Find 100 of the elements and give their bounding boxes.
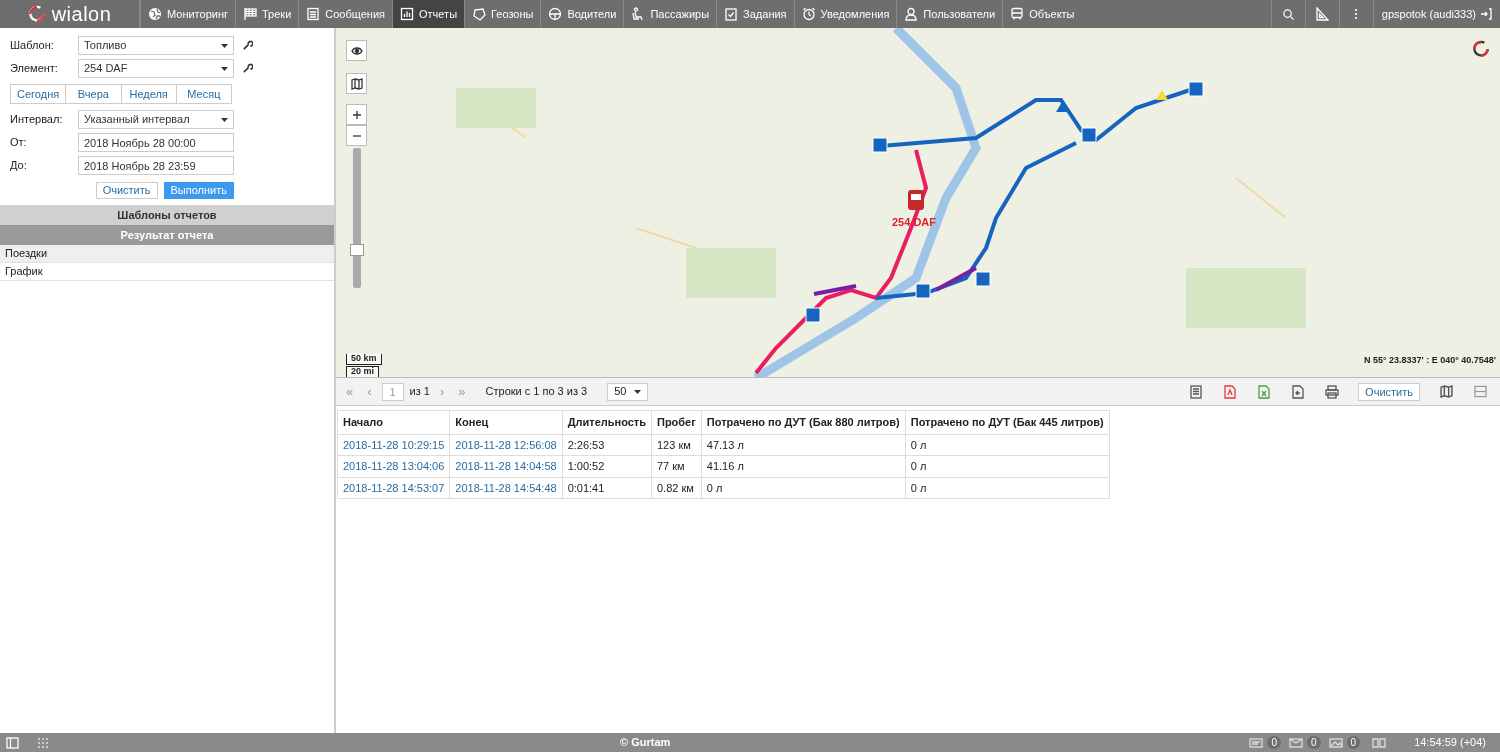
logo-text: wialon	[51, 4, 112, 24]
copyright-text: © Gurtam	[620, 735, 671, 751]
coordinates-text: N 55° 23.8337' : E 040° 40.7548'	[1363, 353, 1496, 367]
select-field[interactable]: Топливо	[78, 36, 234, 55]
logo-icon	[1472, 40, 1490, 58]
document-icon	[306, 7, 321, 21]
parking-marker-icon	[915, 283, 931, 299]
pdf-file-icon	[1223, 384, 1238, 399]
bus-icon	[1010, 7, 1025, 21]
column-header: Начало	[337, 410, 450, 434]
user-icon	[904, 7, 919, 21]
select-field[interactable]: 254 DAF	[78, 59, 234, 78]
clock-text: 14:54:59 (+04)	[1414, 735, 1486, 751]
table-cell: 0 л	[905, 477, 1110, 499]
zoom-slider[interactable]	[353, 148, 361, 288]
clipboard-icon	[724, 7, 739, 21]
eye-icon	[350, 45, 363, 56]
document-icon	[1189, 384, 1204, 399]
column-header: Конец	[449, 410, 563, 434]
zoom-slider-thumb[interactable]	[350, 244, 364, 256]
logo-icon	[27, 5, 46, 23]
unit-marker-icon	[908, 190, 924, 210]
panel-toggle-icon	[6, 736, 19, 749]
field-label: До:	[10, 158, 28, 174]
page-count-text: из 1	[409, 384, 430, 400]
table-cell: 47.13 л	[701, 434, 906, 456]
scale-label: 20 mi	[346, 366, 379, 377]
table-cell: 2:26:53	[562, 434, 652, 456]
column-header: Пробег	[651, 410, 702, 434]
table-cell: 77 км	[651, 455, 702, 477]
image-icon	[1328, 736, 1343, 749]
direction-arrow-icon	[1156, 90, 1168, 100]
grid-icon	[37, 736, 49, 749]
map-icon	[1439, 385, 1453, 398]
rows-info-text: Строки с 1 по 3 из 3	[485, 384, 588, 400]
seated-person-icon	[631, 7, 646, 21]
parking-marker-icon	[975, 271, 991, 287]
globe-icon	[148, 7, 162, 21]
search-icon	[1281, 7, 1295, 21]
table-cell: 1:00:52	[562, 455, 652, 477]
input-field[interactable]: 2018 Ноябрь 28 00:00	[78, 133, 234, 152]
parking-marker-icon	[1188, 81, 1204, 97]
counter-badge: 0	[1307, 736, 1321, 749]
direction-arrow-icon	[1056, 102, 1068, 112]
input-field[interactable]: 2018 Ноябрь 28 23:59	[78, 156, 234, 175]
logout-icon	[1480, 8, 1492, 20]
map-icon	[350, 77, 363, 90]
clear-button[interactable]: Очистить	[95, 182, 158, 199]
clear-button[interactable]: Очистить	[1358, 382, 1420, 401]
table-cell: 0 л	[905, 434, 1110, 456]
zoom-in-button[interactable]	[346, 104, 367, 125]
counter-badge: 0	[1267, 736, 1281, 749]
scale-label: 50 km	[346, 354, 382, 365]
file-arrow-icon	[1291, 384, 1306, 399]
column-header: Потрачено по ДУТ (Бак 445 литров)	[905, 410, 1110, 434]
visibility-button[interactable]	[346, 40, 367, 61]
checkered-flag-icon	[243, 7, 257, 21]
table-cell: 0 л	[701, 477, 906, 499]
field-label: Шаблон:	[10, 38, 55, 54]
nav-tab[interactable]: Треки	[235, 0, 299, 28]
split-panel-icon	[1473, 385, 1487, 398]
polygon-icon	[472, 7, 487, 21]
caret-icon	[221, 66, 228, 71]
table-cell: 41.16 л	[701, 455, 906, 477]
result-item[interactable]: Поездки	[0, 245, 334, 263]
counter-badge: 0	[1346, 736, 1361, 749]
field-label: Интервал:	[10, 112, 64, 128]
alarm-clock-icon	[801, 7, 816, 21]
map-layers-button[interactable]	[346, 73, 367, 94]
printer-icon	[1325, 384, 1340, 399]
caret-icon	[221, 117, 228, 122]
nav-tab[interactable]: Отчеты	[392, 0, 465, 28]
caret-icon	[221, 43, 228, 48]
more-icon	[1354, 8, 1359, 20]
parking-marker-icon	[872, 137, 888, 153]
section-header[interactable]: Шаблоны отчетов	[0, 205, 334, 225]
steering-wheel-icon	[548, 7, 563, 21]
result-item[interactable]: График	[0, 263, 334, 281]
excel-file-icon	[1257, 384, 1272, 399]
execute-button[interactable]: Выполнить	[163, 182, 234, 199]
nav-tab[interactable]: Мониторинг	[140, 0, 235, 28]
table-cell: 0:01:41	[562, 477, 652, 499]
ruler-triangle-icon	[1315, 7, 1330, 21]
field-label: От:	[10, 135, 28, 151]
column-header: Длительность	[562, 410, 652, 434]
bar-chart-icon	[400, 7, 414, 21]
plus-icon	[351, 109, 362, 120]
caret-icon	[634, 389, 642, 394]
parking-marker-icon	[1081, 127, 1097, 143]
column-header: Потрачено по ДУТ (Бак 880 литров)	[701, 410, 906, 434]
zoom-out-button[interactable]	[346, 125, 367, 146]
parking-marker-icon	[805, 307, 821, 323]
unit-label: 254 DAF	[892, 215, 937, 230]
table-cell: 0.82 км	[651, 477, 702, 499]
table-cell: 123 км	[651, 434, 702, 456]
page-size-select[interactable]: 50	[607, 382, 649, 401]
table-cell: 0 л	[905, 455, 1110, 477]
field-label: Элемент:	[10, 61, 59, 77]
select-field[interactable]: Указанный интервал	[78, 110, 234, 129]
message-icon	[1249, 736, 1264, 749]
